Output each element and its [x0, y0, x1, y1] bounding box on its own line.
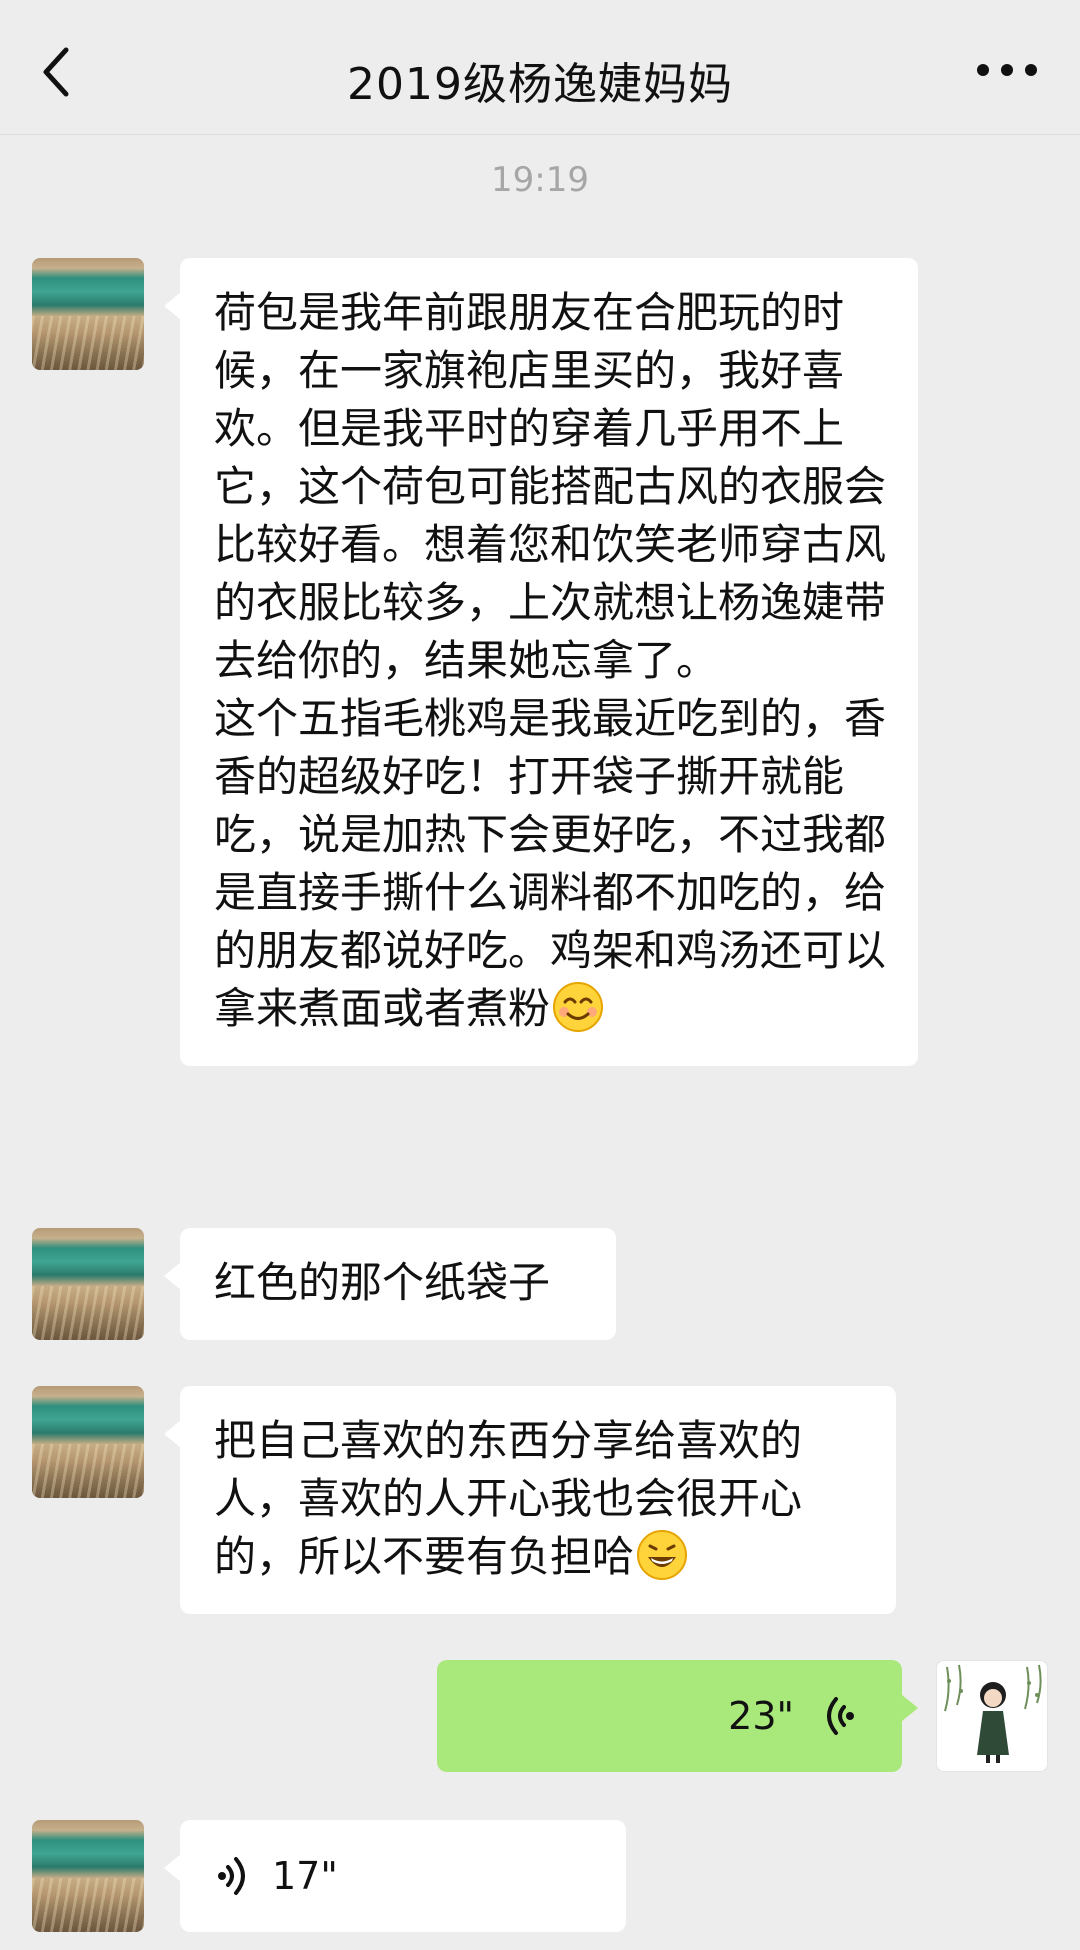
voice-duration: 17": [272, 1854, 338, 1898]
avatar-girl-illustration: [944, 1664, 1042, 1763]
received-voice-message[interactable]: 17": [164, 1820, 626, 1932]
voice-duration: 23": [728, 1694, 794, 1738]
message-bubble[interactable]: 把自己喜欢的东西分享给喜欢的人，喜欢的人开心我也会很开心的，所以不要有负担哈: [164, 1386, 896, 1614]
more-button[interactable]: [974, 56, 1040, 84]
smiling-face-emoji: [553, 982, 604, 1032]
more-dots-icon: [977, 64, 1037, 76]
contact-avatar[interactable]: [32, 1228, 144, 1340]
contact-avatar[interactable]: [32, 258, 144, 370]
user-avatar[interactable]: [936, 1660, 1048, 1772]
message-timestamp: 19:19: [491, 160, 589, 200]
message-text: 荷包是我年前跟朋友在合肥玩的时候，在一家旗袍店里买的，我好喜欢。但是我平时的穿着…: [214, 288, 887, 1033]
contact-avatar[interactable]: [32, 1386, 144, 1498]
grinning-face-emoji: [637, 1530, 688, 1580]
contact-avatar[interactable]: [32, 1820, 144, 1932]
voice-wave-icon: [827, 1697, 854, 1735]
message-bubble[interactable]: 荷包是我年前跟朋友在合肥玩的时候，在一家旗袍店里买的，我好喜欢。但是我平时的穿着…: [164, 258, 918, 1066]
voice-wave-icon: [218, 1857, 245, 1895]
message-text: 红色的那个纸袋子: [214, 1258, 551, 1307]
nav-bar: 2019级杨逸婕妈妈: [0, 0, 1080, 135]
sent-voice-message[interactable]: 23": [437, 1660, 918, 1772]
chat-title: 2019级杨逸婕妈妈: [347, 59, 733, 110]
message-text: 把自己喜欢的东西分享给喜欢的人，喜欢的人开心我也会很开心的，所以不要有负担哈: [214, 1416, 803, 1581]
message-bubble[interactable]: 红色的那个纸袋子: [164, 1228, 616, 1340]
